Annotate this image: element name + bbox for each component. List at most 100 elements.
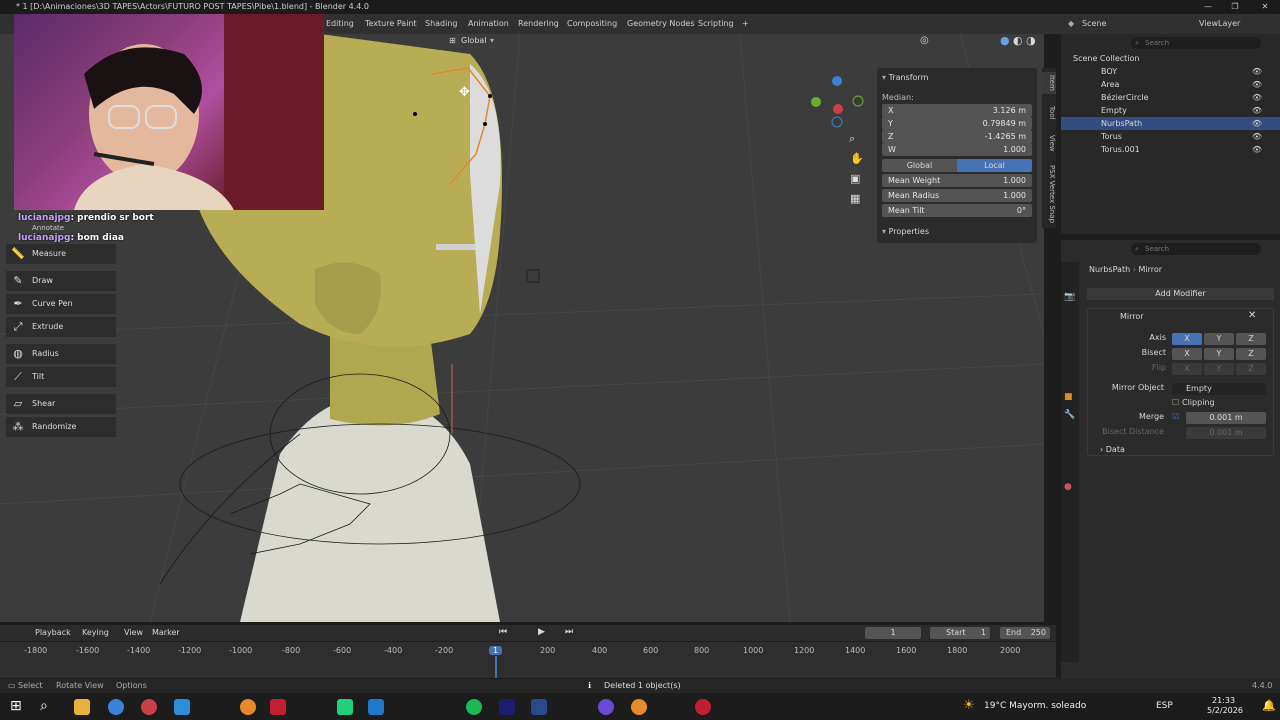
scene-collection[interactable]: Scene Collection bbox=[1061, 52, 1280, 65]
tool-tilt[interactable]: ⟋ Tilt bbox=[6, 367, 116, 387]
end-frame-field[interactable]: End 250 bbox=[1000, 627, 1050, 639]
outliner-item-nurbspath[interactable]: NurbsPath 👁 bbox=[1061, 117, 1280, 130]
pan-hand-icon[interactable]: ✋ bbox=[850, 152, 864, 165]
axis-y-toggle[interactable]: Y bbox=[1204, 333, 1234, 345]
outliner-item-torus-001[interactable]: Torus.001 👁 bbox=[1061, 143, 1280, 156]
timeline-ruler[interactable]: -1800 -1600 -1400 -1200 -1000 -800 -600 … bbox=[0, 642, 1056, 678]
rendered-shading-icon[interactable]: ◑ bbox=[1026, 34, 1036, 47]
mean-tilt-field[interactable]: Mean Tilt 0° bbox=[882, 204, 1032, 217]
jump-start-icon[interactable]: ⏮ bbox=[499, 627, 507, 637]
tab-psx-vertex-snap[interactable]: PSX Vertex Snap bbox=[1042, 162, 1056, 226]
y-field[interactable]: Y 0.79849 m bbox=[882, 117, 1032, 130]
eye-icon[interactable]: 👁 bbox=[1252, 130, 1262, 143]
flip-x-toggle[interactable]: X bbox=[1172, 363, 1202, 375]
bisect-z-toggle[interactable]: Z bbox=[1236, 348, 1266, 360]
tool-extrude[interactable]: ⤢ Extrude bbox=[6, 317, 116, 337]
modifier-tab-icon[interactable]: 🔧 bbox=[1064, 410, 1075, 420]
zoom-icon[interactable]: ⌕ bbox=[849, 132, 855, 145]
tab-editing[interactable]: Editing bbox=[322, 17, 358, 31]
pycharm-icon[interactable] bbox=[337, 699, 353, 715]
properties-header[interactable]: ▾ Properties bbox=[882, 225, 1032, 238]
opera-icon[interactable] bbox=[141, 699, 157, 715]
material-shading-icon[interactable]: ◐ bbox=[1013, 34, 1023, 47]
blender-active-icon[interactable] bbox=[631, 699, 647, 715]
z-field[interactable]: Z -1.4265 m bbox=[882, 130, 1032, 143]
outliner-search-input[interactable]: ⌕ Search bbox=[1131, 37, 1261, 49]
flip-y-toggle[interactable]: Y bbox=[1204, 363, 1234, 375]
transform-header[interactable]: ▾ Transform bbox=[882, 71, 1032, 84]
eye-icon[interactable]: 👁 bbox=[1252, 104, 1262, 117]
eye-icon[interactable]: 👁 bbox=[1252, 117, 1262, 130]
eye-icon[interactable]: 👁 bbox=[1252, 91, 1262, 104]
bisect-x-toggle[interactable]: X bbox=[1172, 348, 1202, 360]
eye-icon[interactable]: 👁 bbox=[1252, 78, 1262, 91]
outliner-item-empty[interactable]: Empty 👁 bbox=[1061, 104, 1280, 117]
control-point[interactable] bbox=[413, 112, 417, 116]
x-field[interactable]: X 3.126 m bbox=[882, 104, 1032, 117]
material-tab-icon[interactable]: ● bbox=[1064, 482, 1072, 492]
outliner-item-torus[interactable]: Torus 👁 bbox=[1061, 130, 1280, 143]
outliner-item-boy[interactable]: BOY 👁 bbox=[1061, 65, 1280, 78]
tab-compositing[interactable]: Compositing bbox=[563, 17, 621, 31]
merge-checkbox-icon[interactable]: ☑ bbox=[1172, 412, 1179, 421]
tab-geometry-nodes[interactable]: Geometry Nodes bbox=[623, 17, 698, 31]
merge-distance-field[interactable]: 0.001 m bbox=[1186, 412, 1266, 424]
bisect-y-toggle[interactable]: Y bbox=[1204, 348, 1234, 360]
file-explorer-icon[interactable] bbox=[74, 699, 90, 715]
axis-x-toggle[interactable]: X bbox=[1172, 333, 1202, 345]
clock-time[interactable]: 21:33 bbox=[1212, 696, 1235, 705]
control-point[interactable] bbox=[483, 122, 487, 126]
keying-menu[interactable]: Keying bbox=[82, 628, 109, 637]
close-button[interactable]: ✕ bbox=[1252, 0, 1278, 14]
clock-date[interactable]: 5/2/2026 bbox=[1207, 706, 1243, 715]
flip-z-toggle[interactable]: Z bbox=[1236, 363, 1266, 375]
tool-curve-pen[interactable]: ✒ Curve Pen bbox=[6, 294, 116, 314]
after-effects-icon[interactable] bbox=[499, 699, 515, 715]
empty-object[interactable] bbox=[526, 269, 540, 283]
eye-icon[interactable]: 👁 bbox=[1252, 143, 1262, 156]
tab-shading[interactable]: Shading bbox=[421, 17, 462, 31]
blender-icon[interactable] bbox=[240, 699, 256, 715]
data-subpanel-header[interactable]: › Data bbox=[1100, 445, 1125, 454]
w-field[interactable]: W 1.000 bbox=[882, 143, 1032, 156]
add-modifier-button[interactable]: Add Modifier bbox=[1087, 288, 1274, 300]
transform-orientation-dropdown[interactable]: Global bbox=[461, 36, 487, 45]
character-body[interactable] bbox=[240, 394, 500, 622]
close-icon[interactable]: ✕ bbox=[1248, 310, 1256, 321]
tab-scripting[interactable]: Scripting bbox=[694, 17, 738, 31]
scene-selector[interactable]: Scene bbox=[1078, 17, 1110, 31]
view-menu[interactable]: View bbox=[124, 628, 143, 637]
steam-icon[interactable] bbox=[531, 699, 547, 715]
notification-icon[interactable]: 🔔 bbox=[1262, 699, 1276, 712]
windows-start-icon[interactable]: ⊞ bbox=[10, 698, 22, 714]
playback-menu[interactable]: Playback bbox=[35, 628, 71, 637]
solid-shading-icon[interactable]: ● bbox=[1000, 34, 1010, 47]
render-tab-icon[interactable]: 📷 bbox=[1064, 292, 1075, 302]
overlay-icon[interactable]: ◎ bbox=[920, 35, 929, 46]
playhead[interactable]: 1 bbox=[489, 646, 503, 655]
tab-rendering[interactable]: Rendering bbox=[514, 17, 563, 31]
maximize-button[interactable]: ❐ bbox=[1222, 0, 1248, 14]
weather-text[interactable]: 19°C Mayorm. soleado bbox=[984, 701, 1086, 711]
properties-search-input[interactable]: ⌕ Search bbox=[1131, 243, 1261, 255]
local-toggle[interactable]: Local bbox=[957, 159, 1032, 172]
tab-view[interactable]: View bbox=[1042, 132, 1056, 154]
add-workspace-button[interactable]: + bbox=[738, 17, 753, 31]
tab-animation[interactable]: Animation bbox=[464, 17, 513, 31]
modifier-name-field[interactable]: Mirror bbox=[1120, 312, 1144, 321]
spotify-icon[interactable] bbox=[466, 699, 482, 715]
play-icon[interactable]: ▶ bbox=[538, 627, 545, 637]
chrome-icon[interactable] bbox=[108, 699, 124, 715]
eye-icon[interactable]: 👁 bbox=[1252, 65, 1262, 78]
tab-texture-paint[interactable]: Texture Paint bbox=[361, 17, 421, 31]
tool-draw[interactable]: ✎ Draw bbox=[6, 271, 116, 291]
control-point[interactable] bbox=[488, 94, 492, 98]
navigation-gizmo[interactable] bbox=[811, 76, 864, 128]
video-icon[interactable] bbox=[270, 699, 286, 715]
outliner-item-area[interactable]: Area 👁 bbox=[1061, 78, 1280, 91]
tool-radius[interactable]: ◍ Radius bbox=[6, 344, 116, 364]
axis-z-toggle[interactable]: Z bbox=[1236, 333, 1266, 345]
minimize-button[interactable]: — bbox=[1195, 0, 1221, 14]
tool-shear[interactable]: ▱ Shear bbox=[6, 394, 116, 414]
mean-weight-field[interactable]: Mean Weight 1.000 bbox=[882, 174, 1032, 187]
